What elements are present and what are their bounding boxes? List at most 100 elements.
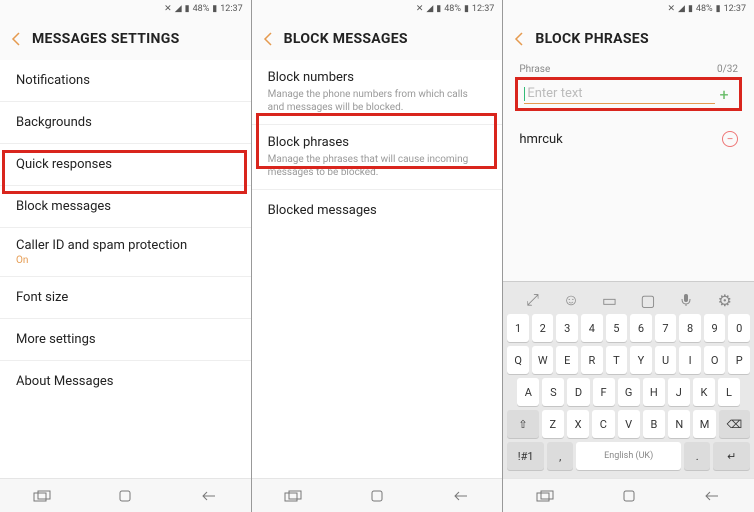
header: MESSAGES SETTINGS [0,18,251,60]
key-h[interactable]: H [643,378,665,406]
emoji-icon[interactable]: ☺ [559,290,583,310]
key-a[interactable]: A [517,378,539,406]
time-text: 12:37 [724,4,746,14]
add-phrase-button[interactable]: + [715,85,733,104]
key-1[interactable]: 1 [507,314,529,342]
row-notifications[interactable]: Notifications [0,60,251,102]
recents-icon[interactable] [530,486,560,506]
key-l[interactable]: L [718,378,740,406]
row-more-settings[interactable]: More settings [0,319,251,361]
phrase-list-item: hmrcuk − [503,119,754,159]
expand-icon[interactable]: ⤢ [521,290,545,310]
key-q[interactable]: Q [507,346,529,374]
row-block-phrases[interactable]: Block phrases Manage the phrases that wi… [252,125,503,190]
phrase-input[interactable]: Enter text [524,84,715,104]
vibrate-icon: ✕ [668,4,676,14]
char-counter: 0/32 [717,64,738,75]
key-9[interactable]: 9 [704,314,726,342]
row-font-size[interactable]: Font size [0,277,251,319]
key-y[interactable]: Y [630,346,652,374]
enter-key[interactable]: ↵ [713,442,750,470]
symbols-key[interactable]: !#1 [507,442,544,470]
key-w[interactable]: W [532,346,554,374]
sticker-icon[interactable]: ▢ [636,290,660,310]
key-e[interactable]: E [556,346,578,374]
row-subtitle: Manage the phrases that will cause incom… [268,153,487,179]
key-2[interactable]: 2 [532,314,554,342]
key-f[interactable]: F [593,378,615,406]
home-icon[interactable] [614,486,644,506]
key-z[interactable]: Z [542,410,564,438]
keyboard-row-3: ⇧ ZXCVBNM ⌫ [507,410,750,438]
gif-icon[interactable]: ▭ [597,290,621,310]
block-list: Block numbers Manage the phone numbers f… [252,60,503,478]
key-3[interactable]: 3 [556,314,578,342]
voice-icon[interactable] [674,290,698,310]
key-j[interactable]: J [668,378,690,406]
wifi-icon: ◢ [678,4,685,14]
backspace-key[interactable]: ⌫ [719,410,750,438]
key-c[interactable]: C [592,410,614,438]
back-icon[interactable] [6,29,26,49]
row-blocked-messages[interactable]: Blocked messages [252,190,503,231]
battery-icon: ▮ [716,4,721,14]
key-8[interactable]: 8 [679,314,701,342]
key-g[interactable]: G [618,378,640,406]
back-nav-icon[interactable] [194,486,224,506]
navigation-bar [252,478,503,512]
row-about[interactable]: About Messages [0,361,251,402]
key-6[interactable]: 6 [630,314,652,342]
keyboard-row-numbers: 1234567890 [507,314,750,342]
phrase-text: hmrcuk [519,132,562,147]
key-7[interactable]: 7 [655,314,677,342]
row-quick-responses[interactable]: Quick responses [0,144,251,186]
back-nav-icon[interactable] [697,486,727,506]
key-x[interactable]: X [567,410,589,438]
home-icon[interactable] [362,486,392,506]
key-u[interactable]: U [655,346,677,374]
key-t[interactable]: T [606,346,628,374]
back-icon[interactable] [258,29,278,49]
recents-icon[interactable] [278,486,308,506]
battery-text: 48% [193,4,210,14]
key-m[interactable]: M [693,410,715,438]
key-p[interactable]: P [728,346,750,374]
home-icon[interactable] [110,486,140,506]
status-bar: ✕ ◢ ▮ 48% ▮ 12:37 [503,0,754,18]
row-block-numbers[interactable]: Block numbers Manage the phone numbers f… [252,60,503,125]
key-d[interactable]: D [567,378,589,406]
shift-key[interactable]: ⇧ [507,410,538,438]
key-s[interactable]: S [542,378,564,406]
back-icon[interactable] [509,29,529,49]
keyboard-row-2: ASDFGHJKL [507,378,750,406]
battery-text: 48% [696,4,713,14]
row-caller-id[interactable]: Caller ID and spam protection On [0,228,251,277]
key-4[interactable]: 4 [581,314,603,342]
key-o[interactable]: O [704,346,726,374]
recents-icon[interactable] [27,486,57,506]
vibrate-icon: ✕ [416,4,424,14]
row-backgrounds[interactable]: Backgrounds [0,102,251,144]
key-5[interactable]: 5 [606,314,628,342]
signal-icon: ▮ [688,4,693,14]
back-nav-icon[interactable] [446,486,476,506]
period-key[interactable]: . [684,442,710,470]
screen-messages-settings: ✕ ◢ ▮ 48% ▮ 12:37 MESSAGES SETTINGS Noti… [0,0,251,512]
phrase-header: Phrase 0/32 [503,60,754,75]
key-0[interactable]: 0 [728,314,750,342]
key-b[interactable]: B [643,410,665,438]
space-key[interactable]: English (UK) [576,442,681,470]
key-r[interactable]: R [581,346,603,374]
page-title: BLOCK PHRASES [535,31,649,47]
settings-list: Notifications Backgrounds Quick response… [0,60,251,478]
time-text: 12:37 [220,4,242,14]
key-i[interactable]: I [679,346,701,374]
keyboard-row-1: QWERTYUIOP [507,346,750,374]
remove-phrase-button[interactable]: − [722,131,738,147]
key-k[interactable]: K [693,378,715,406]
comma-key[interactable]: , [547,442,573,470]
settings-icon[interactable]: ⚙ [713,290,737,310]
row-block-messages[interactable]: Block messages [0,186,251,228]
key-n[interactable]: N [668,410,690,438]
key-v[interactable]: V [618,410,640,438]
